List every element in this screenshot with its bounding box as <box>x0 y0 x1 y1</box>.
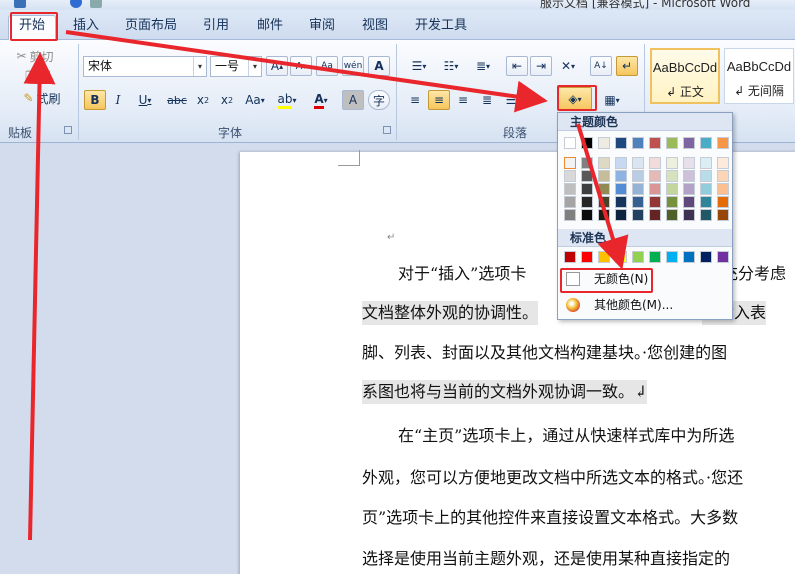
arrow-to-no-color <box>576 123 629 270</box>
annotation-arrows <box>23 30 629 541</box>
arrow-to-shading <box>65 30 548 113</box>
arrow-up <box>23 52 56 541</box>
